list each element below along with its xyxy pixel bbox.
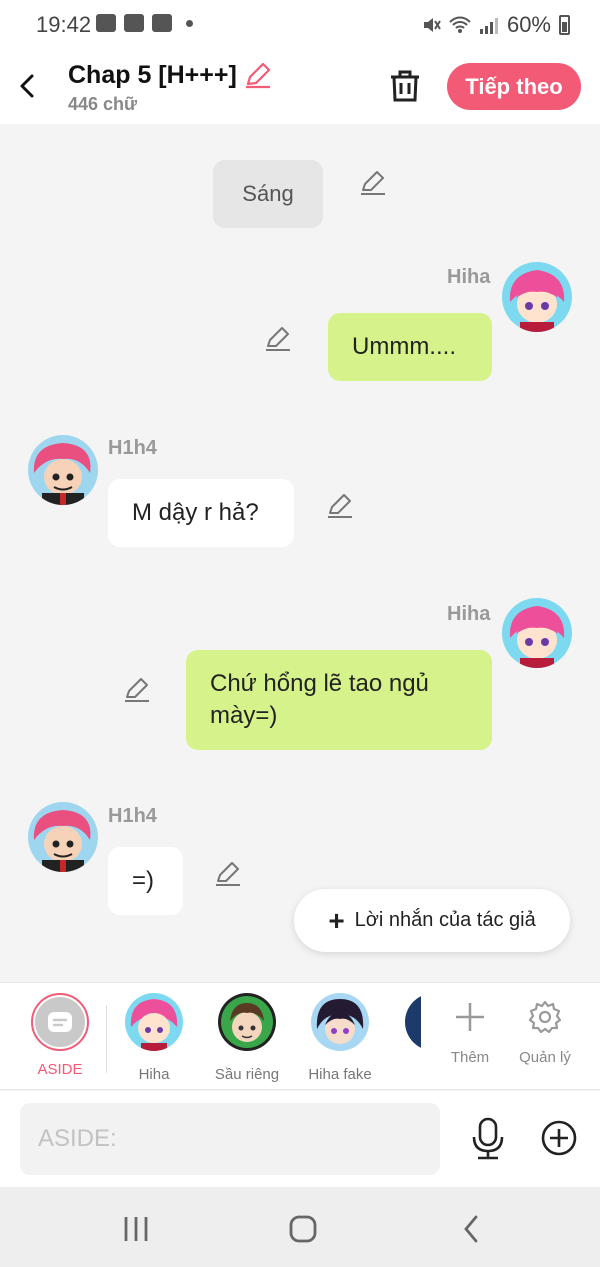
add-media-button[interactable] [540,1119,578,1157]
chapter-title[interactable]: Chap 5 [H+++] [68,60,273,90]
status-time: 19:42 [36,12,92,37]
avatar-hiha[interactable] [502,262,572,332]
character-partial[interactable] [405,993,421,1051]
next-button[interactable]: Tiếp theo [447,63,581,110]
author-note-label: Lời nhắn của tác giả [354,909,536,931]
aside-avatar [31,993,89,1051]
app-header: Chap 5 [H+++] 446 chữ Tiếp theo [0,48,600,124]
character-label: Sầu riêng [214,1066,280,1083]
home-button[interactable] [283,1209,323,1249]
status-bar: 19:42 60% [0,0,600,48]
edit-title-icon[interactable] [243,60,273,90]
system-nav-bar [0,1187,600,1267]
message-bubble[interactable]: =) [108,847,183,915]
plus-icon: + [328,904,345,936]
facebook-icon [124,14,144,32]
manage-label: Quản lý [519,1049,571,1066]
youtube-icon [96,14,116,32]
message-bubble[interactable]: M dậy r hả? [108,479,294,547]
plus-icon [456,1003,484,1031]
avatar-h1h4[interactable] [28,435,98,505]
notification-icons [96,14,193,32]
character-hiha-fake[interactable]: Hiha fake [294,993,386,1083]
message-input[interactable] [20,1103,440,1175]
edit-message-icon[interactable] [358,168,388,198]
edit-message-icon[interactable] [122,675,152,705]
character-aside[interactable]: ASIDE [14,993,106,1078]
input-bar [0,1091,600,1187]
add-label: Thêm [450,1049,490,1066]
sender-name: Hiha [447,266,491,288]
message-bubble[interactable]: Ummm.... [328,313,492,381]
avatar-sau-rieng [218,993,276,1051]
back-button[interactable] [12,66,44,106]
nav-back-button[interactable] [452,1209,492,1249]
more-notifications-icon [186,19,193,27]
sender-name: Hiha [447,603,491,625]
system-icons: 60% [421,12,570,38]
android-icon [152,14,172,32]
message-bubble[interactable]: Chứ hổng lẽ tao ngủ mày=) [186,650,492,750]
character-label: Hiha fake [308,1066,372,1083]
edit-message-icon[interactable] [213,859,243,889]
recent-apps-button[interactable] [116,1209,156,1249]
edit-message-icon[interactable] [325,491,355,521]
character-hiha[interactable]: Hiha [108,993,200,1083]
chat-area[interactable]: Sáng Hiha Ummm.... H1h4 M dậy r hả? Hiha… [0,124,600,982]
avatar-hiha[interactable] [502,598,572,668]
sender-name: H1h4 [108,437,157,459]
word-count: 446 chữ [68,94,138,114]
signal-icon [479,18,498,34]
character-sau-rieng[interactable]: Sầu riêng [201,993,293,1083]
author-note-button[interactable]: + Lời nhắn của tác giả [294,889,570,952]
character-bar: ASIDE Hiha Sầu riêng Hiha fake Thêm Quản… [0,982,600,1090]
microphone-button[interactable] [468,1117,508,1161]
chapter-title-text: Chap 5 [H+++] [68,60,237,89]
battery-percent: 60% [506,12,551,37]
add-character-button[interactable]: Thêm [435,995,505,1066]
chat-bubble-icon [48,1012,72,1032]
delete-button[interactable] [388,68,422,104]
divider [106,1005,107,1073]
battery-icon [559,15,570,35]
wifi-icon [449,16,471,33]
mute-icon [423,18,441,32]
gear-icon [528,1000,562,1034]
avatar-h1h4[interactable] [28,802,98,872]
avatar-hiha-fake [311,993,369,1051]
edit-message-icon[interactable] [263,324,293,354]
avatar-hiha [125,993,183,1051]
sender-name: H1h4 [108,805,157,827]
character-label: Hiha [138,1066,170,1083]
manage-button[interactable]: Quản lý [510,995,580,1066]
character-label: ASIDE [37,1061,83,1078]
narration-bubble[interactable]: Sáng [213,160,323,228]
